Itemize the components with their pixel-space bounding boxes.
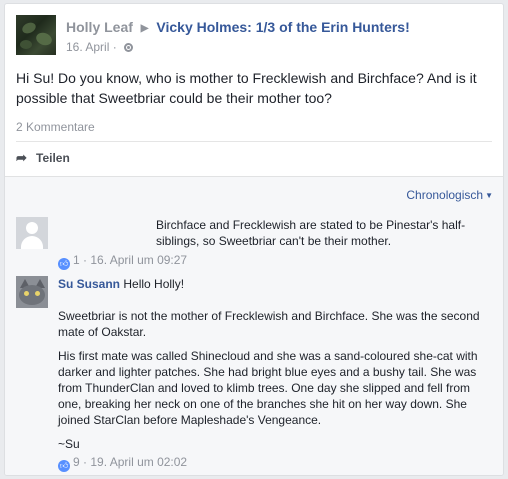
comment-greeting: Hello Holly! [123, 277, 185, 291]
user-avatar[interactable] [16, 276, 48, 308]
comments-section: Chronologisch ▼ Birchface and Frecklewish… [5, 176, 503, 475]
post-date-link[interactable]: 16. April [66, 40, 109, 54]
divider [16, 141, 492, 142]
group-name-link[interactable]: Vicky Holmes: 1/3 of the Erin Hunters! [156, 19, 409, 35]
share-label: Teilen [36, 151, 70, 165]
comment-paragraph: His first mate was called Shinecloud and… [58, 349, 478, 427]
comment-time-link[interactable]: 16. April um 09:27 [90, 253, 187, 267]
sort-label: Chronologisch [406, 188, 484, 202]
comment-paragraph: Sweetbriar is not the mother of Frecklew… [58, 309, 480, 339]
share-button[interactable]: ➦ Teilen [16, 150, 70, 166]
comment-paragraph: ~Su [58, 437, 80, 451]
meta-separator: · [112, 40, 117, 54]
comment-body: Su Susann Hello Holly! Sweetbriar is not… [58, 276, 492, 472]
comment-meta: 👍︎ 9 · 19. April um 02:02 [58, 454, 492, 472]
comment-author-link[interactable]: Su Susann [58, 277, 120, 291]
comment-text: Birchface and Frecklewish are stated to … [156, 218, 466, 248]
meta-separator: · [83, 253, 88, 267]
comment-time-link[interactable]: 19. April um 02:02 [90, 455, 187, 469]
like-count[interactable]: 1 [73, 253, 80, 267]
comment-item: Birchface and Frecklewish are stated to … [16, 217, 492, 270]
caret-down-icon: ▼ [485, 191, 493, 200]
meta-separator: · [83, 455, 88, 469]
comment-meta: 👍︎ 1 · 16. April um 09:27 [58, 252, 492, 270]
triangle-right-icon: ▶ [140, 23, 149, 34]
thumbs-up-icon: 👍︎ [58, 258, 70, 270]
comment-body: Birchface and Frecklewish are stated to … [58, 217, 492, 270]
group-avatar[interactable] [16, 15, 56, 55]
globe-icon [124, 43, 134, 52]
post-card: Holly Leaf ▶ Vicky Holmes: 1/3 of the Er… [4, 3, 504, 476]
share-arrow-icon: ➦ [16, 150, 27, 165]
post-meta: 16. April · [66, 40, 134, 54]
default-avatar[interactable] [16, 217, 48, 249]
comment-count-link[interactable]: 2 Kommentare [16, 120, 95, 134]
post-text: Hi Su! Do you know, who is mother to Fre… [16, 70, 477, 106]
post-header: Holly Leaf ▶ Vicky Holmes: 1/3 of the Er… [16, 15, 493, 59]
thumbs-up-icon: 👍︎ [58, 460, 70, 472]
like-count[interactable]: 9 [73, 455, 80, 469]
post-title-line: Holly Leaf ▶ Vicky Holmes: 1/3 of the Er… [66, 19, 410, 35]
post-author-link[interactable]: Holly Leaf [66, 19, 133, 35]
comment-sort-dropdown[interactable]: Chronologisch ▼ [406, 188, 493, 202]
